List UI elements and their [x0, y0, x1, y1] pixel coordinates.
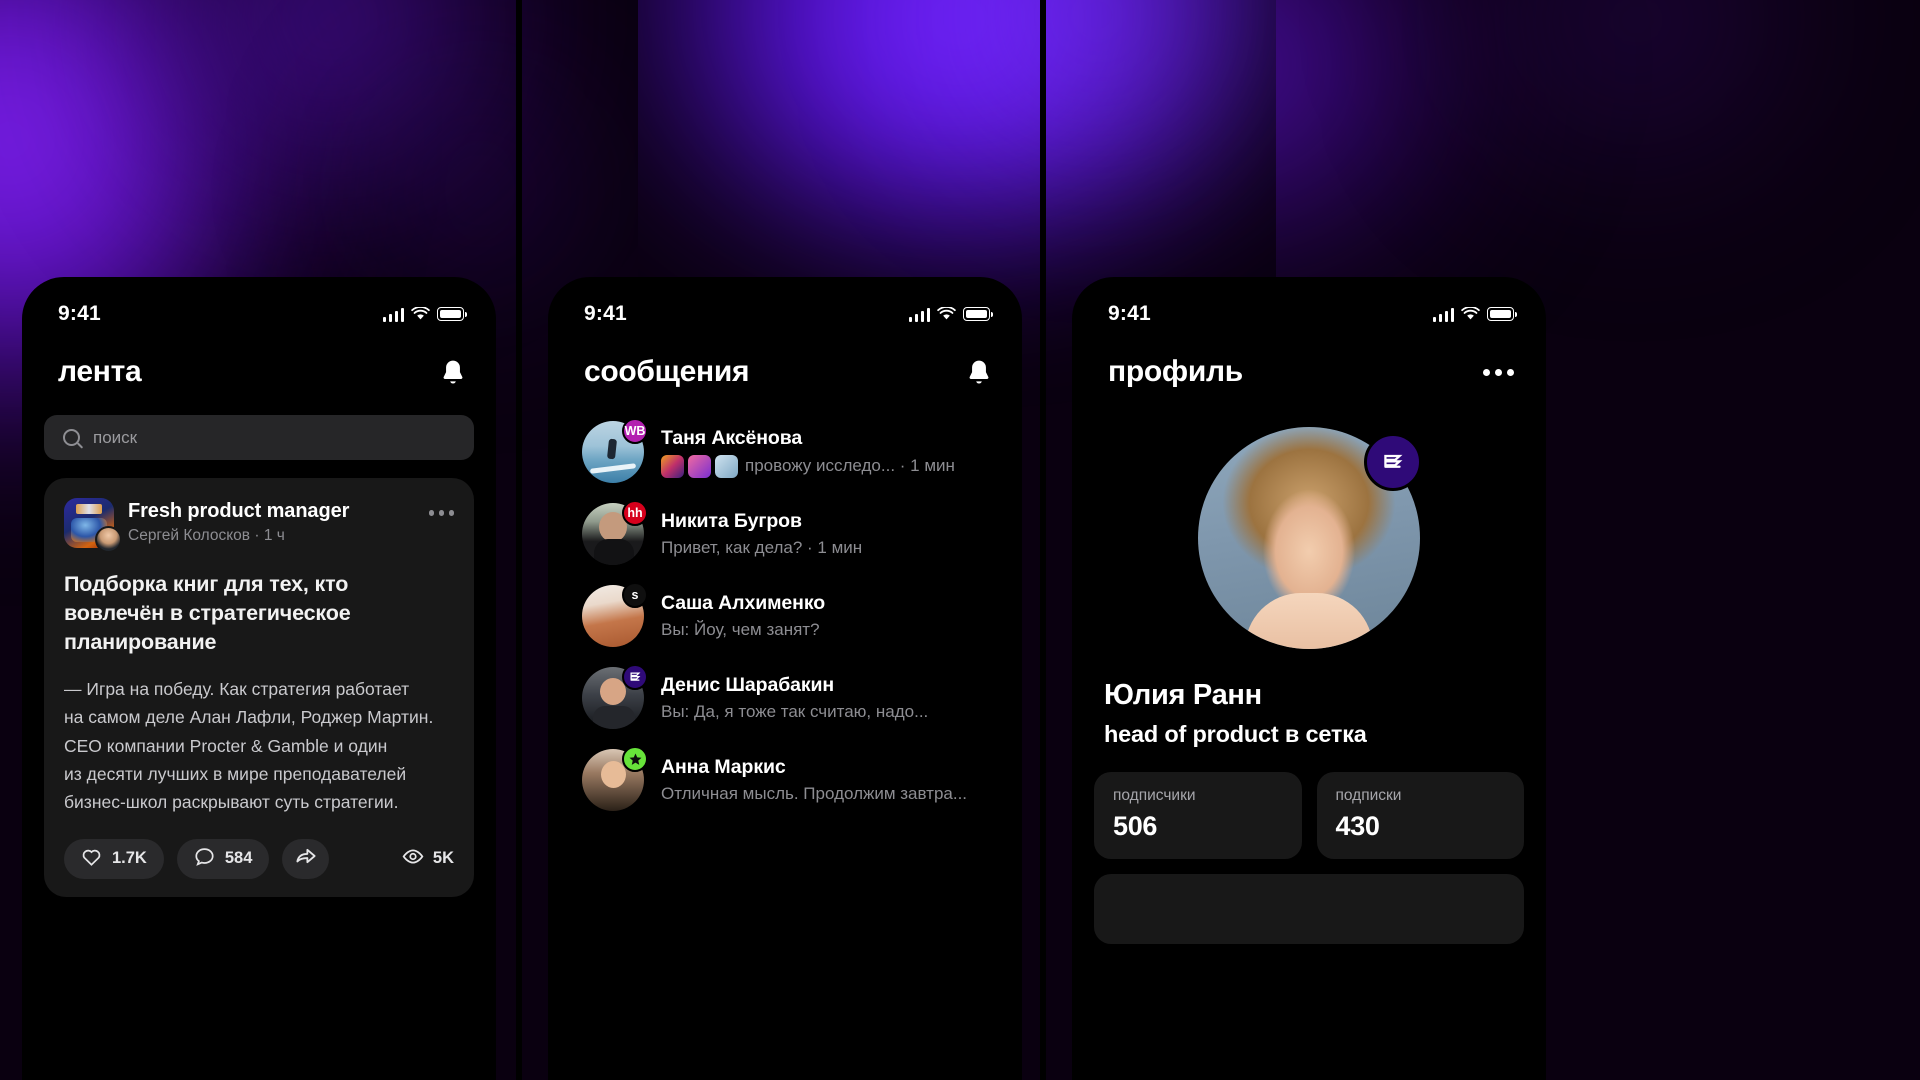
badge-label: hh — [627, 506, 643, 520]
star-icon — [629, 753, 641, 765]
share-button[interactable] — [282, 838, 330, 879]
battery-icon — [437, 307, 467, 321]
post-author-line: Сергей Колосков · 1 ч — [128, 527, 285, 544]
wifi-icon — [937, 306, 956, 321]
setka-logo-icon — [1364, 433, 1422, 491]
search-input[interactable]: поиск — [44, 415, 474, 460]
stat-value: 430 — [1335, 811, 1380, 841]
panel-divider-1 — [516, 0, 522, 1080]
stat-label: подписки — [1335, 787, 1402, 804]
chat-preview: Отличная мысль. Продолжим завтра... — [661, 784, 968, 803]
eye-icon — [402, 849, 424, 869]
profile-name: Юлия Ранн — [1104, 679, 1262, 711]
page-title: профиль — [1108, 355, 1243, 388]
like-count: 1.7K — [112, 849, 147, 868]
signal-icon — [908, 307, 930, 322]
bell-icon[interactable] — [440, 358, 466, 387]
chat-preview: Вы: Йоу, чем занят? — [661, 620, 820, 639]
chat-name: Саша Алхименко — [661, 592, 826, 614]
page-title: сообщения — [584, 355, 750, 388]
chat-preview: Вы: Да, я тоже так считаю, надо... — [661, 702, 929, 721]
avatar — [582, 664, 648, 729]
phone-messages: 9:41 сообщения WB Таня Аксёнова провожу … — [548, 277, 1022, 1080]
phone-profile: 9:41 профиль Юлия Ранн head of product в… — [1072, 277, 1546, 1080]
search-placeholder: поиск — [93, 427, 138, 447]
post-body: — Игра на победу. Как стратегия работает… — [64, 679, 434, 813]
post-header: Fresh product manager Сергей Колосков · … — [64, 498, 454, 553]
battery-icon — [1487, 307, 1517, 321]
battery-icon — [963, 307, 993, 321]
post-heading: Подборка книг для тех, кто вовлечён в ст… — [64, 572, 351, 655]
status-badge: s — [622, 582, 648, 608]
author-avatar — [95, 526, 122, 553]
comment-icon — [194, 847, 215, 871]
chat-name: Денис Шарабакин — [661, 674, 835, 696]
panel-divider-2 — [1040, 0, 1046, 1080]
profile-role: head of product в сетка — [1104, 721, 1367, 747]
feed-header: лента — [22, 337, 496, 389]
status-bar-profile: 9:41 — [1072, 277, 1546, 337]
share-icon — [295, 846, 317, 871]
status-clock: 9:41 — [58, 302, 101, 325]
view-count-group: 5K — [402, 849, 454, 869]
avatar — [64, 498, 122, 553]
status-bar-feed: 9:41 — [22, 277, 496, 337]
stat-following[interactable]: подписки 430 — [1316, 772, 1524, 859]
avatar: WB — [582, 418, 648, 483]
bell-icon[interactable] — [966, 358, 992, 387]
status-badge: hh — [622, 500, 648, 526]
wifi-icon — [411, 306, 430, 321]
chat-name: Таня Аксёнова — [661, 426, 803, 449]
stat-label: подписчики — [1113, 787, 1196, 804]
status-badge: WB — [622, 418, 648, 444]
phone-feed: 9:41 лента поиск Fresh product manager С… — [22, 277, 496, 1080]
stat-value: 506 — [1113, 811, 1158, 841]
like-button[interactable]: 1.7K — [64, 838, 164, 879]
comment-button[interactable]: 584 — [176, 838, 270, 879]
status-clock: 9:41 — [1108, 302, 1151, 325]
stat-followers[interactable]: подписчики 506 — [1094, 772, 1302, 859]
more-horizontal-icon[interactable] — [1481, 363, 1516, 382]
post-card[interactable]: Fresh product manager Сергей Колосков · … — [44, 478, 474, 897]
chat-name: Анна Маркис — [661, 756, 786, 778]
profile-stats: подписчики 506 подписки 430 — [1094, 772, 1524, 859]
chat-name: Никита Бугров — [661, 510, 802, 532]
profile-section-placeholder — [1094, 874, 1524, 944]
page-title: лента — [58, 355, 142, 388]
signal-icon — [382, 307, 404, 322]
status-bar-messages: 9:41 — [548, 277, 1022, 337]
list-item[interactable]: Денис Шарабакин Вы: Да, я тоже так счита… — [548, 657, 1022, 739]
profile-avatar-wrap — [1198, 427, 1422, 649]
heart-icon — [81, 847, 102, 871]
chat-list: WB Таня Аксёнова провожу исследо... · 1 … — [548, 411, 1022, 821]
badge-label: s — [631, 588, 639, 602]
chat-preview: провожу исследо... · 1 мин — [745, 456, 955, 475]
comment-count: 584 — [224, 849, 253, 868]
post-actions: 1.7K 584 5K — [44, 838, 474, 897]
avatar — [582, 746, 648, 811]
status-badge — [622, 664, 648, 690]
more-horizontal-icon[interactable] — [428, 498, 454, 516]
profile-header: профиль — [1072, 337, 1546, 389]
avatar: hh — [582, 500, 648, 565]
messages-header: сообщения — [548, 337, 1022, 389]
sticker-thumbnails — [661, 454, 738, 478]
setka-logo-icon — [630, 672, 641, 681]
list-item[interactable]: hh Никита Бугров Привет, как дела? · 1 м… — [548, 493, 1022, 575]
signal-icon — [1432, 307, 1454, 322]
view-count: 5K — [432, 849, 454, 868]
status-badge — [622, 746, 648, 772]
status-clock: 9:41 — [584, 302, 627, 325]
chat-preview: Привет, как дела? · 1 мин — [661, 538, 863, 557]
wifi-icon — [1461, 306, 1480, 321]
list-item[interactable]: WB Таня Аксёнова провожу исследо... · 1 … — [548, 411, 1022, 493]
search-icon — [63, 429, 80, 446]
avatar: s — [582, 582, 648, 647]
list-item[interactable]: s Саша Алхименко Вы: Йоу, чем занят? — [548, 575, 1022, 657]
badge-label: WB — [624, 424, 646, 438]
post-channel-name: Fresh product manager — [128, 500, 350, 522]
list-item[interactable]: Анна Маркис Отличная мысль. Продолжим за… — [548, 739, 1022, 821]
